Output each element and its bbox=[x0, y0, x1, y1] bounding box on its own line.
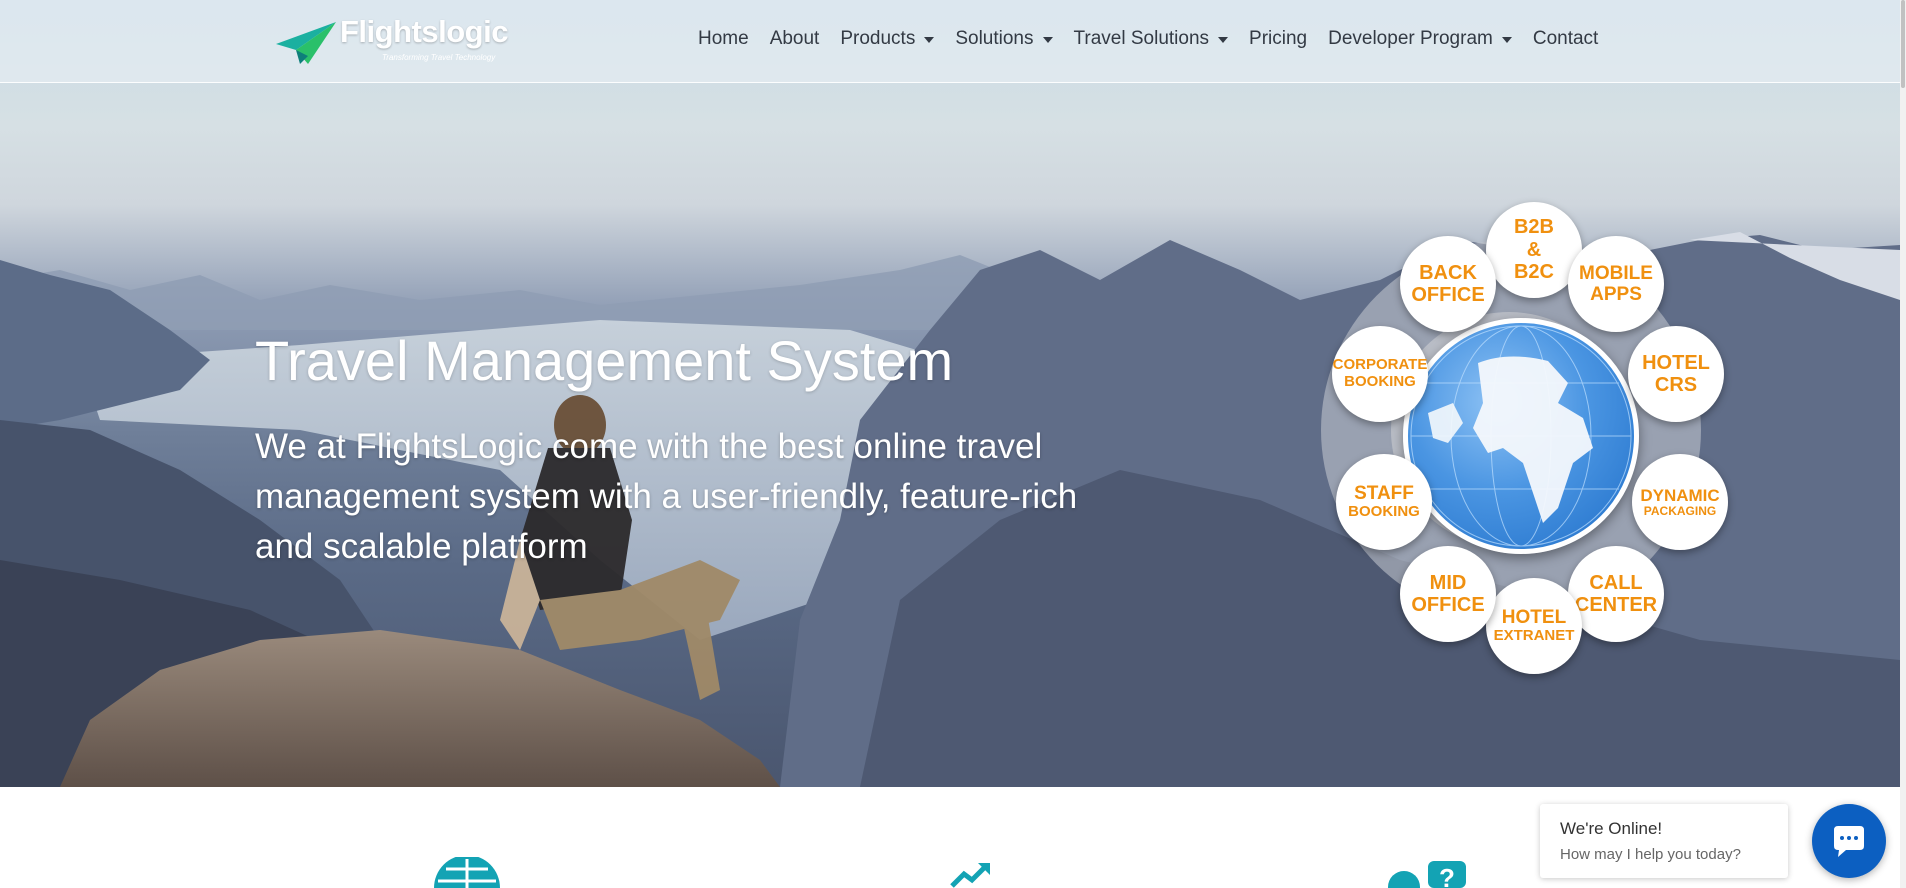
paper-plane-icon bbox=[276, 22, 336, 64]
module-node-label: HOTEL bbox=[1501, 606, 1567, 628]
module-node-label: APPS bbox=[1590, 284, 1642, 305]
module-node-label: BOOKING bbox=[1348, 503, 1420, 521]
hero-title: Travel Management System bbox=[255, 329, 954, 392]
module-node-label: CALL bbox=[1589, 571, 1643, 594]
top-navbar: Flightslogic Transforming Travel Technol… bbox=[0, 0, 1900, 83]
module-node-label: BACK bbox=[1419, 261, 1477, 284]
chat-popup[interactable]: We're Online! How may I help you today? bbox=[1540, 804, 1788, 878]
nav-products-label: Products bbox=[840, 28, 916, 49]
chat-subtitle: How may I help you today? bbox=[1560, 846, 1741, 863]
nav-solutions-label: Solutions bbox=[955, 28, 1034, 49]
nav-about[interactable]: About bbox=[770, 28, 820, 50]
module-node: MID OFFICE bbox=[1400, 546, 1496, 642]
modules-wheel-graphic: B2B & B2C MOBILE APPS HOTEL CRS DYNAMIC PACKAGIN… bbox=[1286, 200, 1736, 674]
module-node-label: DYNAMIC bbox=[1640, 485, 1720, 505]
scrollbar-thumb[interactable] bbox=[1901, 0, 1905, 88]
module-node: DYNAMIC PACKAGING bbox=[1632, 454, 1728, 550]
hero-subtitle: We at FlightsLogic come with the best on… bbox=[255, 427, 1078, 566]
module-node-label: OFFICE bbox=[1411, 284, 1485, 306]
module-node: HOTEL CRS bbox=[1628, 326, 1724, 422]
module-node-label: MID bbox=[1429, 571, 1467, 594]
main-nav: Home About Products Solutions Travel Sol… bbox=[698, 28, 1619, 50]
growth-chart-icon bbox=[950, 863, 990, 888]
nav-travel-solutions-label: Travel Solutions bbox=[1073, 28, 1210, 49]
module-node: STAFF BOOKING bbox=[1336, 454, 1432, 550]
module-node-label: BOOKING bbox=[1344, 373, 1416, 390]
caret-down-icon bbox=[1218, 37, 1229, 43]
nav-solutions[interactable]: Solutions bbox=[955, 28, 1053, 50]
module-node-label: B2C bbox=[1513, 261, 1554, 284]
module-node-label: HOTEL bbox=[1642, 351, 1710, 374]
svg-text:?: ? bbox=[1439, 863, 1455, 888]
caret-down-icon bbox=[1042, 37, 1053, 43]
module-node-label: STAFF bbox=[1354, 482, 1414, 504]
caret-down-icon bbox=[1501, 37, 1512, 43]
nav-pricing[interactable]: Pricing bbox=[1249, 28, 1307, 50]
nav-contact[interactable]: Contact bbox=[1533, 28, 1598, 50]
brand-name: Flightslogic bbox=[340, 14, 508, 49]
nav-travel-solutions[interactable]: Travel Solutions bbox=[1074, 28, 1229, 50]
nav-pricing-label: Pricing bbox=[1249, 28, 1308, 49]
brand-tagline: Transforming Travel Technology bbox=[382, 53, 496, 62]
chat-title: We're Online! bbox=[1560, 819, 1663, 838]
module-node-label: OFFICE bbox=[1411, 594, 1485, 616]
module-node: BACK OFFICE bbox=[1400, 236, 1496, 332]
module-node-label: CENTER bbox=[1574, 594, 1658, 616]
hero-banner: Flightslogic Transforming Travel Technol… bbox=[0, 0, 1900, 787]
nav-contact-label: Contact bbox=[1532, 28, 1599, 49]
module-node-label: CRS bbox=[1654, 374, 1698, 396]
chat-launcher-button[interactable] bbox=[1812, 804, 1886, 878]
module-node: MOBILE APPS bbox=[1568, 236, 1664, 332]
faq-icon: ? bbox=[1388, 861, 1466, 888]
module-node-label: B2B bbox=[1513, 216, 1554, 239]
globe-icon bbox=[1403, 318, 1639, 554]
chat-bubble-icon bbox=[1834, 826, 1864, 857]
module-node-label: PACKAGING bbox=[1643, 503, 1717, 518]
nav-home[interactable]: Home bbox=[698, 28, 749, 50]
module-node-label: MOBILE bbox=[1579, 262, 1653, 284]
module-node-label: CORPORATE bbox=[1332, 356, 1428, 374]
nav-about-label: About bbox=[769, 28, 820, 49]
brand-logo[interactable]: Flightslogic Transforming Travel Technol… bbox=[274, 12, 544, 68]
module-node-label: & bbox=[1526, 238, 1542, 261]
module-node-label: EXTRANET bbox=[1493, 627, 1575, 645]
module-node: CALL CENTER bbox=[1568, 546, 1664, 642]
page-scrollbar[interactable] bbox=[1900, 0, 1906, 888]
globe-network-icon bbox=[434, 857, 500, 888]
module-node: CORPORATE BOOKING bbox=[1332, 326, 1428, 422]
nav-home-label: Home bbox=[698, 28, 749, 49]
nav-developer-program[interactable]: Developer Program bbox=[1328, 28, 1512, 50]
module-node: HOTEL EXTRANET bbox=[1486, 578, 1582, 674]
nav-products[interactable]: Products bbox=[840, 28, 935, 50]
caret-down-icon bbox=[924, 37, 935, 43]
nav-developer-program-label: Developer Program bbox=[1328, 28, 1493, 49]
